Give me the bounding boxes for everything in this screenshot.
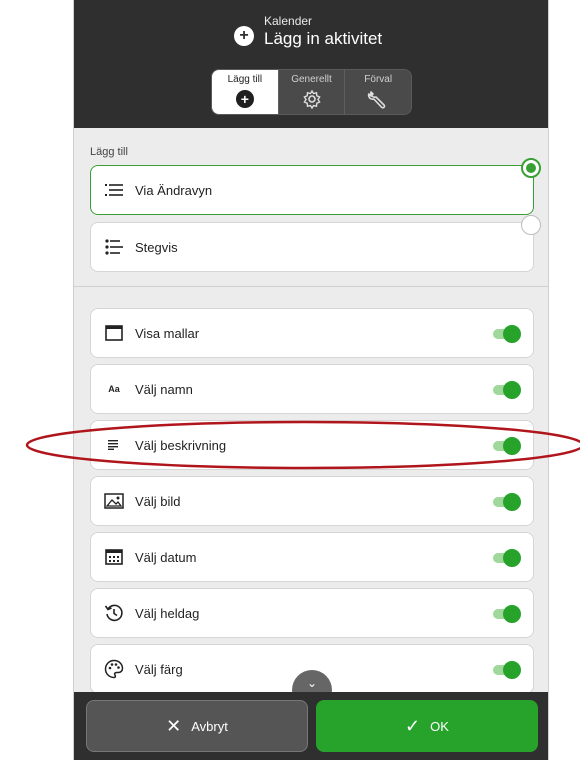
option-label: Stegvis: [135, 239, 178, 255]
toggle-switch[interactable]: [491, 661, 521, 679]
screen-title: Lägg in aktivitet: [264, 29, 383, 48]
gear-icon: [302, 89, 322, 109]
tab-defaults-label: Förval: [364, 74, 393, 85]
setting-choose-date[interactable]: Välj datum: [90, 532, 534, 582]
option-stepwise[interactable]: Stegvis: [90, 215, 541, 272]
header-title: + Kalender Lägg in aktivitet: [234, 14, 382, 50]
app-window: + Kalender Lägg in aktivitet Lägg till +…: [73, 0, 549, 760]
header-bar: + Kalender Lägg in aktivitet Lägg till +…: [74, 0, 548, 128]
setting-choose-full-day[interactable]: Välj heldag: [90, 588, 534, 638]
toggle-switch[interactable]: [491, 549, 521, 567]
setting-label: Välj namn: [135, 381, 193, 397]
description-lines-icon: [103, 434, 125, 456]
option-label: Via Ändravyn: [135, 182, 213, 198]
setting-choose-name[interactable]: Aa Välj namn: [90, 364, 534, 414]
toggle-switch[interactable]: [491, 381, 521, 399]
close-icon: ✕: [166, 715, 182, 736]
setting-label: Välj bild: [135, 493, 181, 509]
tab-general[interactable]: Generellt: [279, 70, 346, 114]
setting-choose-description[interactable]: Välj beskrivning: [90, 420, 534, 470]
wrench-icon: [367, 89, 389, 109]
plus-circle-icon: +: [234, 26, 254, 46]
toggle-switch[interactable]: [491, 605, 521, 623]
list-icon: [103, 179, 125, 201]
setting-label: Välj färg: [135, 661, 183, 677]
ok-button-label: OK: [430, 718, 449, 734]
footer-bar: ✕ Avbryt ✓ OK: [74, 692, 548, 760]
steps-icon: [103, 236, 125, 258]
ok-button[interactable]: ✓ OK: [316, 700, 538, 752]
section-label-add: Lägg till: [90, 146, 128, 158]
setting-choose-image[interactable]: Välj bild: [90, 476, 534, 526]
palette-icon: [103, 658, 125, 680]
check-icon: ✓: [405, 715, 421, 736]
toggle-switch[interactable]: [491, 493, 521, 511]
history-clock-icon: [103, 602, 125, 624]
plus-circle-icon: +: [235, 90, 254, 108]
cancel-button[interactable]: ✕ Avbryt: [86, 700, 308, 752]
tab-defaults[interactable]: Förval: [345, 70, 411, 114]
radio-selected[interactable]: [521, 158, 541, 178]
app-title: Kalender: [264, 14, 313, 28]
radio-unselected[interactable]: [521, 215, 541, 235]
toggle-switch[interactable]: [491, 325, 521, 343]
image-icon: [103, 490, 125, 512]
option-via-edit-view[interactable]: Via Ändravyn: [90, 158, 541, 215]
setting-label: Välj datum: [135, 549, 197, 565]
setting-label: Välj beskrivning: [135, 437, 227, 453]
text-aa-icon: Aa: [108, 384, 120, 394]
setting-label: Visa mallar: [135, 325, 200, 341]
tab-general-label: Generellt: [291, 74, 332, 85]
tab-bar: Lägg till + Generellt Förval: [211, 69, 412, 115]
setting-label: Välj heldag: [135, 605, 200, 621]
cancel-button-label: Avbryt: [191, 718, 228, 734]
calendar-icon: [103, 322, 125, 344]
date-grid-icon: [103, 546, 125, 568]
setting-show-templates[interactable]: Visa mallar: [90, 308, 534, 358]
toggle-switch[interactable]: [491, 437, 521, 455]
tab-add-label: Lägg till: [227, 74, 263, 85]
tab-add[interactable]: Lägg till +: [212, 70, 279, 114]
section-divider: [74, 286, 548, 287]
